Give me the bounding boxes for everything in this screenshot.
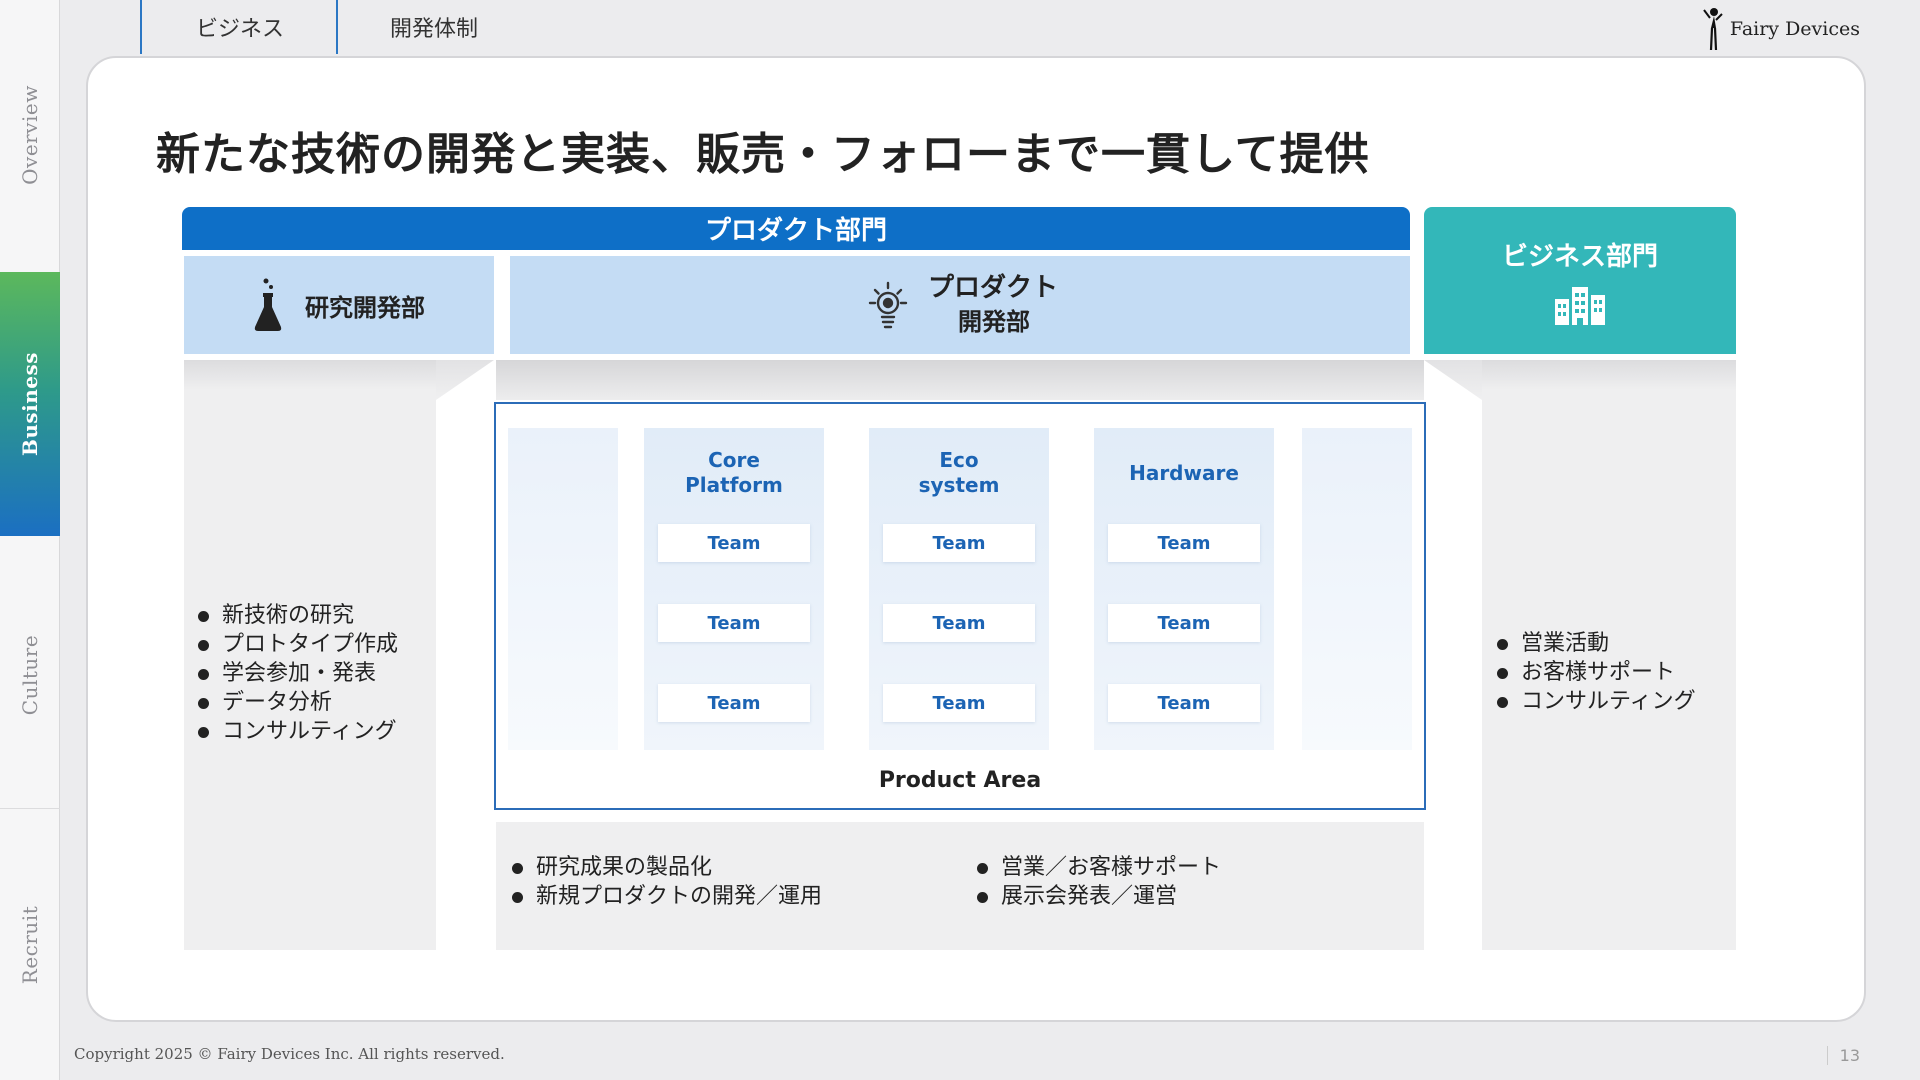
column-hardware: Hardware Team Team Team: [1094, 428, 1274, 750]
team-card[interactable]: Team: [658, 604, 810, 642]
copyright-text: Copyright 2025 © Fairy Devices Inc. All …: [74, 1045, 505, 1063]
nav-item-label: Overview: [18, 85, 42, 185]
tab-development-structure[interactable]: 開発体制: [336, 0, 530, 54]
column-ecosystem: Eco system Team Team Team: [869, 428, 1049, 750]
business-division-box: ビジネス部門: [1424, 207, 1736, 354]
nav-item-label: Culture: [18, 634, 42, 716]
nav-divider: [0, 808, 60, 809]
list-item: 営業活動: [1495, 629, 1696, 658]
product-dev-label-line1: プロダクト: [927, 273, 1058, 303]
list-item: お客様サポート: [1495, 658, 1696, 687]
team-card[interactable]: Team: [1108, 524, 1260, 562]
product-dev-label-line2: 開発部: [957, 308, 1030, 336]
column-heading: Core Platform: [685, 448, 783, 497]
business-duties-list: 営業活動 お客様サポート コンサルティング: [1495, 629, 1696, 716]
team-card[interactable]: Team: [1108, 604, 1260, 642]
nav-item-recruit[interactable]: Recruit: [0, 830, 60, 1060]
list-item: プロトタイプ作成: [196, 630, 398, 659]
lightbulb-icon: [868, 281, 908, 329]
list-item: コンサルティング: [196, 717, 398, 746]
column-core-platform: Core Platform Team Team Team: [644, 428, 824, 750]
flask-icon: [254, 278, 282, 331]
breadcrumb-tabs: ビジネス 開発体制: [140, 0, 530, 54]
list-item: 学会参加・発表: [196, 659, 398, 688]
product-dev-department-box: プロダクト 開発部: [510, 256, 1410, 354]
product-duties-list-left: 研究成果の製品化 新規プロダクトの開発／運用: [510, 853, 822, 911]
rd-duties-list: 新技術の研究 プロトタイプ作成 学会参加・発表 データ分析 コンサルティング: [196, 601, 398, 746]
rd-department-box: 研究開発部: [184, 256, 494, 354]
team-card[interactable]: Team: [658, 684, 810, 722]
column-heading: Hardware: [1129, 460, 1239, 485]
nav-item-business[interactable]: Business: [0, 272, 60, 536]
page-number: 13: [1826, 1046, 1860, 1065]
product-duties-list-right: 営業／お客様サポート 展示会発表／運営: [975, 853, 1221, 911]
team-card[interactable]: Team: [883, 684, 1035, 722]
tab-business[interactable]: ビジネス: [140, 0, 336, 54]
product-area-frame: Core Platform Team Team Team Eco system …: [494, 402, 1426, 810]
product-area-label: Product Area: [878, 768, 1042, 793]
team-card[interactable]: Team: [883, 524, 1035, 562]
list-item: 営業／お客様サポート: [975, 853, 1221, 882]
logo-text: Fairy Devices: [1729, 18, 1860, 40]
nav-item-label: Business: [18, 351, 42, 457]
list-item: 新技術の研究: [196, 601, 398, 630]
list-item: 研究成果の製品化: [510, 853, 822, 882]
nav-item-overview[interactable]: Overview: [0, 40, 60, 230]
rd-department-label: 研究開発部: [305, 293, 425, 322]
list-item: 新規プロダクトの開発／運用: [510, 882, 822, 911]
list-item: データ分析: [196, 688, 398, 717]
product-area-side-column: [1302, 428, 1412, 750]
business-division-label: ビジネス部門: [1501, 242, 1658, 272]
product-column-shadow: [496, 360, 1424, 400]
section-nav: Overview Business Culture Recruit: [0, 0, 60, 1080]
list-item: 展示会発表／運営: [975, 882, 1221, 911]
fairy-figure-icon: [1703, 8, 1723, 51]
team-card[interactable]: Team: [1108, 684, 1260, 722]
company-logo[interactable]: Fairy Devices: [1702, 6, 1860, 52]
team-card[interactable]: Team: [883, 604, 1035, 642]
nav-item-culture[interactable]: Culture: [0, 560, 60, 790]
building-icon: [1555, 287, 1605, 325]
column-heading: Eco system: [918, 448, 1000, 497]
list-item: コンサルティング: [1495, 687, 1696, 716]
nav-item-label: Recruit: [18, 905, 43, 985]
product-area-side-column: [508, 428, 618, 750]
product-division-header: プロダクト部門: [182, 207, 1410, 250]
team-card[interactable]: Team: [658, 524, 810, 562]
slide-title: 新たな技術の開発と実装、販売・フォローまで一貫して提供: [156, 129, 1370, 180]
